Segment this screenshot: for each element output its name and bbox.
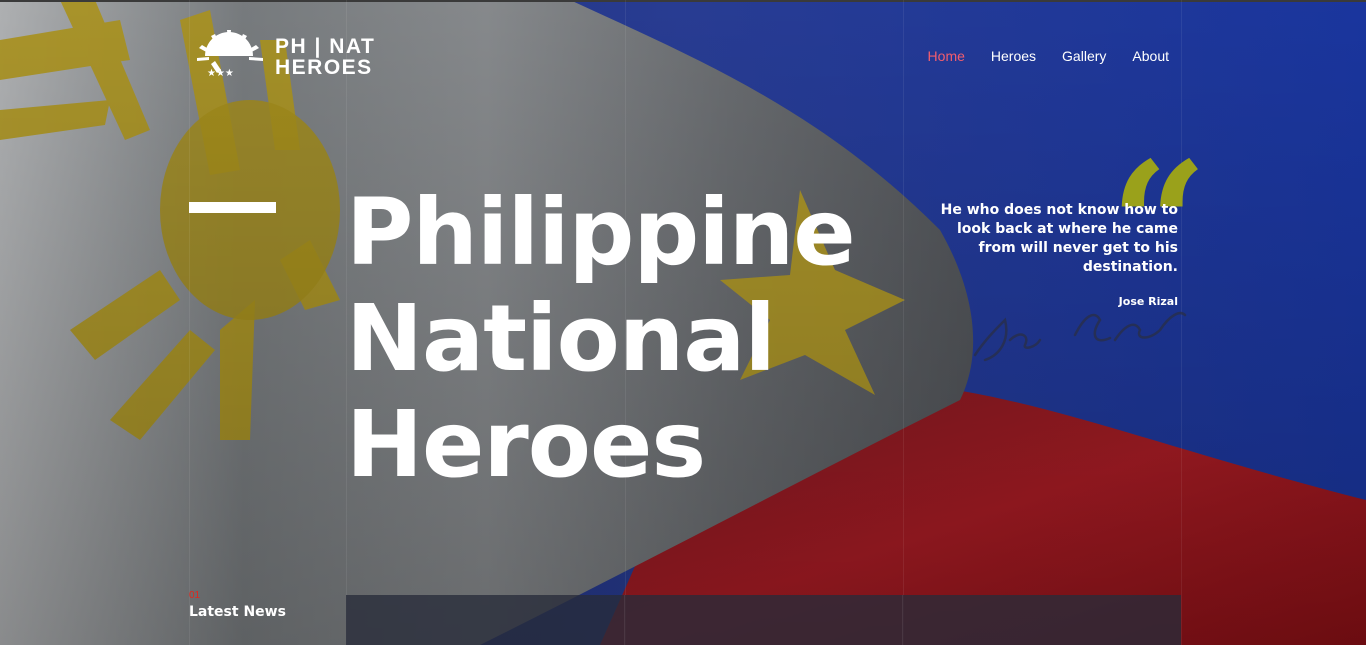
svg-text:★★★: ★★★: [207, 68, 234, 79]
quote-text: He who does not know how to look back at…: [940, 202, 1178, 275]
logo-text: PH | NAT HEROES: [275, 36, 375, 78]
site-logo[interactable]: ★★★ PH | NAT HEROES: [197, 28, 377, 82]
news-number: 01: [189, 590, 201, 601]
nav-gallery[interactable]: Gallery: [1062, 46, 1106, 66]
news-strip: [346, 595, 1181, 645]
main-nav: Home Heroes Gallery About: [928, 46, 1169, 66]
top-border: [0, 0, 1366, 2]
logo-line-1: PH | NAT: [275, 35, 376, 58]
title-line-1: Philippine: [346, 179, 856, 286]
grid-line: [903, 0, 904, 645]
title-accent-bar: [189, 202, 276, 213]
sun-logo-icon: ★★★: [197, 30, 263, 79]
page-title: Philippine National Heroes: [346, 179, 856, 498]
latest-news-heading[interactable]: Latest News: [189, 604, 286, 620]
grid-line: [189, 0, 190, 645]
nav-about[interactable]: About: [1132, 46, 1169, 66]
signature-icon: [973, 311, 1187, 362]
nav-heroes[interactable]: Heroes: [991, 46, 1036, 66]
news-card[interactable]: [625, 595, 904, 645]
title-line-2: National: [346, 285, 776, 392]
news-card[interactable]: [903, 595, 1181, 645]
logo-line-2: HEROES: [275, 56, 373, 79]
title-line-3: Heroes: [346, 391, 706, 498]
nav-home[interactable]: Home: [928, 46, 965, 66]
news-card[interactable]: [346, 595, 625, 645]
